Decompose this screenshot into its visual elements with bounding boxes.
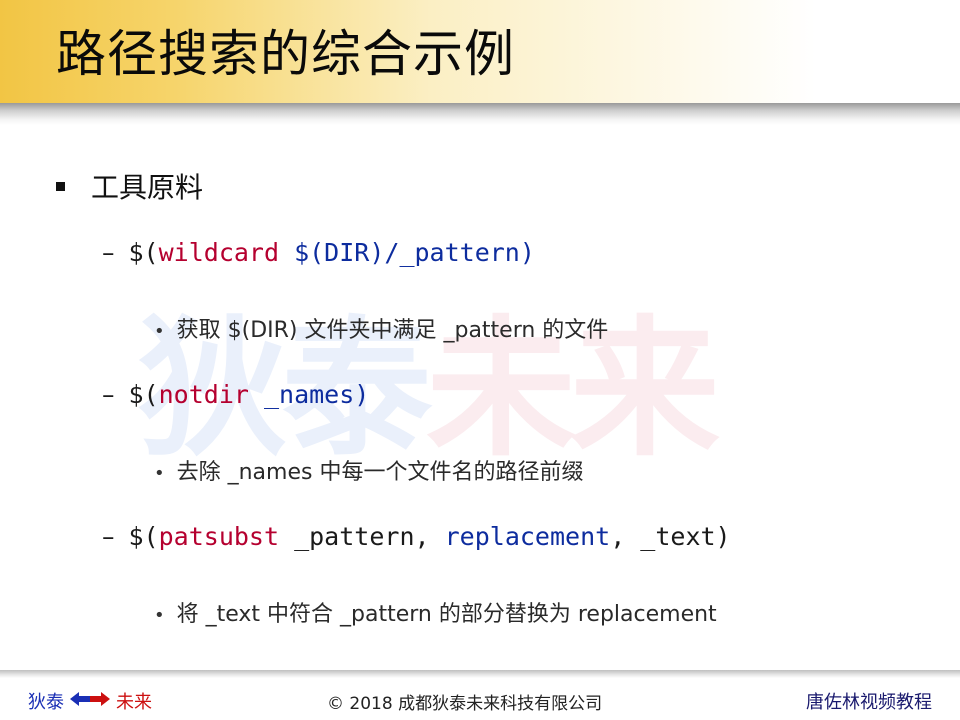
left-right-arrows-icon xyxy=(70,691,110,712)
code-item-notdir: – $(notdir _names) xyxy=(102,380,369,409)
footer-copyright: © 2018 成都狄泰未来科技有限公司 xyxy=(327,694,603,714)
dash-bullet-icon: – xyxy=(102,522,115,551)
heading-text: 工具原料 xyxy=(91,171,204,204)
dot-bullet-icon: • xyxy=(154,463,165,484)
code-item-patsubst: – $(patsubst _pattern, replacement, _text… xyxy=(102,522,731,551)
desc-item-wildcard: • 获取 $(DIR) 文件夹中满足 _pattern 的文件 xyxy=(154,312,608,344)
code-function: wildcard xyxy=(158,238,280,267)
dot-bullet-icon: • xyxy=(154,605,165,626)
bullet-heading: 工具原料 xyxy=(56,166,203,206)
code-prefix: $( xyxy=(128,522,159,551)
code-function: notdir xyxy=(158,380,249,409)
square-bullet-icon xyxy=(56,181,65,191)
dash-bullet-icon: – xyxy=(102,238,115,267)
code-args-tail: , _text) xyxy=(610,522,731,551)
code-function: patsubst xyxy=(158,522,280,551)
desc-item-patsubst: • 将 _text 中符合 _pattern 的部分替换为 replacement xyxy=(154,596,717,628)
desc-text: 去除 _names 中每一个文件名的路径前缀 xyxy=(176,460,584,485)
dot-bullet-icon: • xyxy=(154,321,165,342)
footer-course: 唐佐林视频教程 xyxy=(806,692,932,713)
desc-text: 将 _text 中符合 _pattern 的部分替换为 replacement xyxy=(176,602,717,627)
slide-content: 工具原料 – $(wildcard $(DIR)/_pattern) • 获取 $(… xyxy=(0,0,960,720)
footer-brand: 狄泰 未来 xyxy=(28,688,152,714)
code-args-plain: _pattern, xyxy=(279,522,445,551)
code-args: $(DIR)/_pattern) xyxy=(279,238,535,267)
footer-divider xyxy=(0,670,960,678)
brand-right-text: 未来 xyxy=(116,692,152,713)
brand-left-text: 狄泰 xyxy=(28,692,64,713)
desc-text: 获取 $(DIR) 文件夹中满足 _pattern 的文件 xyxy=(176,318,609,343)
code-args: _names) xyxy=(248,380,370,409)
dash-bullet-icon: – xyxy=(102,380,115,409)
code-arg-replacement: replacement xyxy=(444,522,611,551)
desc-item-notdir: • 去除 _names 中每一个文件名的路径前缀 xyxy=(154,454,583,486)
code-prefix: $( xyxy=(128,380,159,409)
code-item-wildcard: – $(wildcard $(DIR)/_pattern) xyxy=(102,238,535,267)
code-prefix: $( xyxy=(128,238,159,267)
